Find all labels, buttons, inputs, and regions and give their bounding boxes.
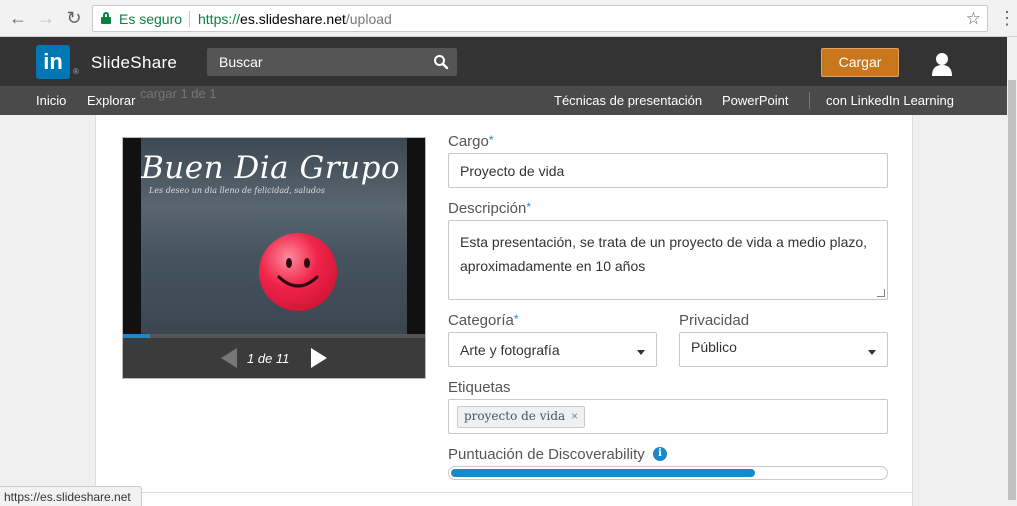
nav-powerpoint[interactable]: PowerPoint bbox=[722, 93, 788, 108]
address-url[interactable]: https://es.slideshare.net/upload bbox=[198, 11, 392, 27]
description-field[interactable]: Esta presentación, se trata de un proyec… bbox=[448, 220, 888, 300]
browser-toolbar: ← → ↻ Es seguro https://es.slideshare.ne… bbox=[0, 0, 1017, 37]
brand-name[interactable]: SlideShare bbox=[91, 53, 177, 73]
chevron-down-icon bbox=[868, 350, 876, 355]
nav-inicio[interactable]: Inicio bbox=[36, 93, 66, 108]
page-counter: 1 de 11 bbox=[247, 351, 290, 366]
nav-tecnicas[interactable]: Técnicas de presentación bbox=[554, 93, 702, 108]
player-controls: 1 de 11 bbox=[123, 338, 425, 378]
slide-viewport[interactable]: Buen Dia Grupo Les deseo un dia lleno de… bbox=[123, 138, 425, 338]
privacy-value: Público bbox=[691, 339, 737, 355]
site-header: in ® SlideShare Buscar Cargar bbox=[0, 37, 1007, 86]
back-icon[interactable]: ← bbox=[8, 8, 28, 28]
title-label: Cargo* bbox=[448, 133, 494, 150]
discoverability-fill bbox=[451, 469, 755, 477]
resize-handle-icon[interactable] bbox=[877, 289, 885, 297]
slide-title: Buen Dia Grupo bbox=[141, 150, 401, 186]
chevron-down-icon bbox=[637, 350, 645, 355]
lock-icon bbox=[101, 12, 111, 24]
remove-tag-icon[interactable]: × bbox=[571, 409, 578, 423]
status-bar-url: https://es.slideshare.net bbox=[0, 486, 142, 506]
description-text: Esta presentación, se trata de un proyec… bbox=[460, 234, 868, 274]
nav-linkedin-learning[interactable]: con LinkedIn Learning bbox=[826, 93, 954, 108]
category-select[interactable]: Arte y fotografía bbox=[448, 332, 657, 367]
category-label-text: Categoría bbox=[448, 312, 514, 329]
card-bottom-rule bbox=[95, 492, 913, 493]
description-label: Descripción* bbox=[448, 200, 531, 217]
slide-subtitle: Les deseo un dia lleno de felicidad, sal… bbox=[149, 186, 325, 195]
secure-label: Es seguro bbox=[119, 11, 183, 27]
slide-player: Buen Dia Grupo Les deseo un dia lleno de… bbox=[122, 137, 426, 379]
slide-image: Buen Dia Grupo Les deseo un dia lleno de… bbox=[141, 138, 407, 334]
bookmark-star-icon[interactable]: ☆ bbox=[966, 9, 981, 29]
address-divider bbox=[189, 11, 190, 27]
tags-label: Etiquetas bbox=[448, 379, 511, 396]
discoverability-meter bbox=[448, 466, 888, 480]
address-bar[interactable]: Es seguro https://es.slideshare.net/uplo… bbox=[92, 5, 988, 32]
search-placeholder: Buscar bbox=[219, 54, 263, 70]
search-icon[interactable] bbox=[433, 54, 449, 70]
title-label-text: Cargo bbox=[448, 133, 489, 150]
required-mark: * bbox=[488, 133, 494, 147]
search-input[interactable]: Buscar bbox=[207, 48, 457, 76]
category-value: Arte y fotografía bbox=[460, 342, 560, 358]
privacy-select[interactable]: Público bbox=[679, 332, 888, 367]
tag-chip: proyecto de vida × bbox=[457, 406, 586, 428]
secondary-nav: cargar 1 de 1 Inicio Explorar Técnicas d… bbox=[0, 86, 1007, 115]
nav-divider bbox=[809, 92, 810, 109]
registered-mark-icon: ® bbox=[73, 67, 79, 76]
nav-explorar[interactable]: Explorar bbox=[87, 93, 135, 108]
required-mark: * bbox=[526, 200, 532, 214]
description-label-text: Descripción bbox=[448, 200, 527, 217]
browser-menu-icon[interactable]: ⋮ bbox=[998, 8, 1016, 28]
tag-label: proyecto de vida bbox=[464, 409, 566, 423]
required-mark: * bbox=[513, 312, 519, 326]
url-scheme: https:// bbox=[198, 11, 241, 27]
privacy-label: Privacidad bbox=[679, 312, 750, 329]
reload-icon[interactable]: ↻ bbox=[64, 8, 84, 28]
url-host: es.slideshare.net bbox=[240, 11, 346, 27]
ghost-heading: cargar 1 de 1 bbox=[140, 86, 217, 101]
previous-slide-icon[interactable] bbox=[221, 348, 237, 368]
upload-button[interactable]: Cargar bbox=[821, 48, 899, 77]
scrollbar-thumb[interactable] bbox=[1008, 80, 1016, 500]
info-icon[interactable]: i bbox=[653, 447, 667, 461]
forward-icon[interactable]: → bbox=[36, 8, 56, 28]
smiley-ball-image bbox=[259, 233, 337, 311]
url-path: /upload bbox=[345, 11, 392, 27]
tags-input[interactable]: proyecto de vida × bbox=[448, 399, 888, 434]
category-label: Categoría* bbox=[448, 312, 519, 329]
linkedin-logo[interactable]: in bbox=[36, 45, 70, 79]
smiley-face-icon bbox=[277, 258, 319, 288]
next-slide-icon[interactable] bbox=[311, 348, 327, 368]
discoverability-label: Puntuación de Discoverability bbox=[448, 446, 645, 463]
title-field[interactable]: Proyecto de vida bbox=[448, 153, 888, 188]
user-icon[interactable] bbox=[931, 52, 953, 76]
